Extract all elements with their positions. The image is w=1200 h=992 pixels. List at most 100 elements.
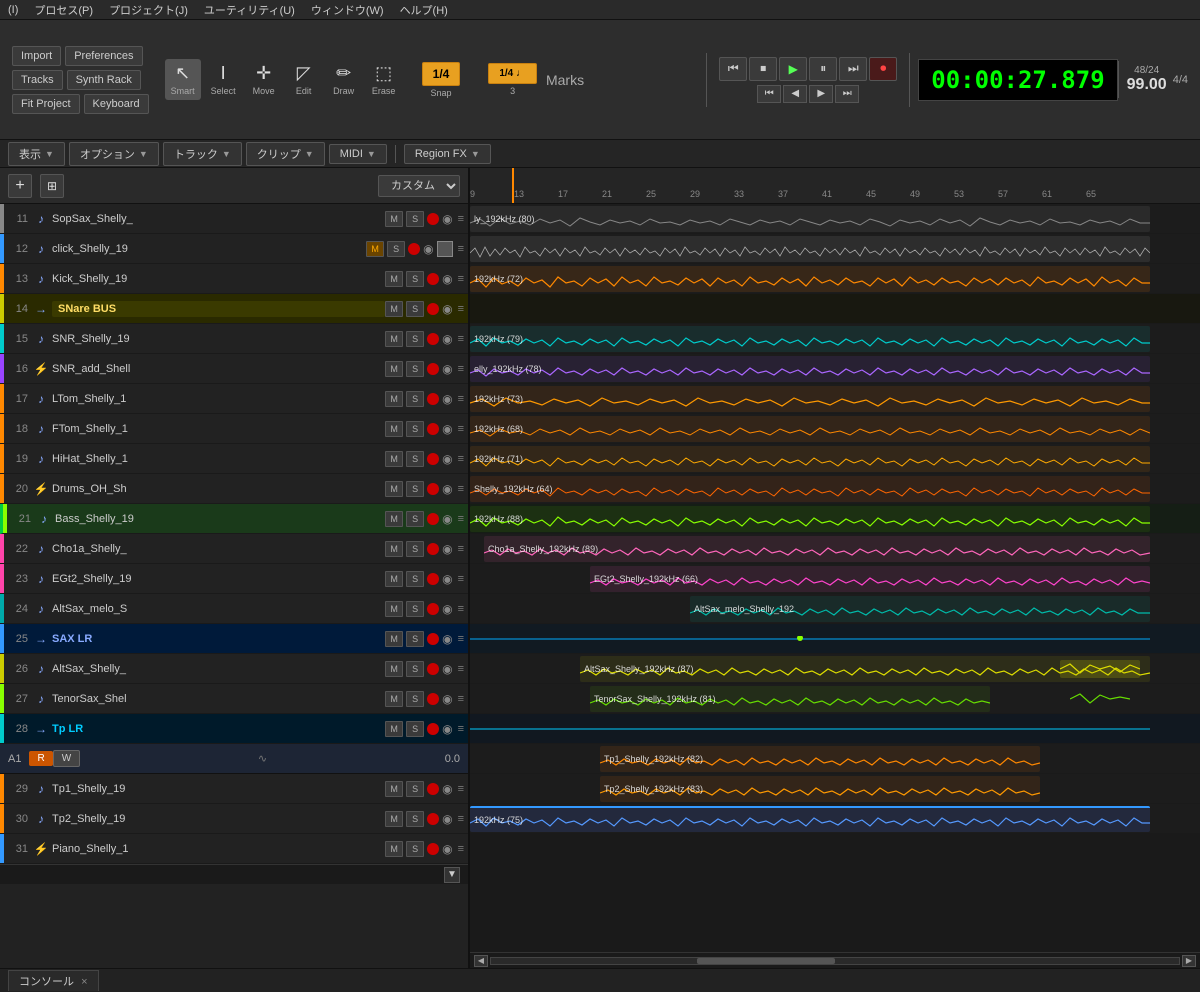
record-arm[interactable] xyxy=(427,333,439,345)
smart-tool[interactable]: ↖ Smart xyxy=(165,59,201,100)
solo-button[interactable]: S xyxy=(406,421,424,437)
menu-project[interactable]: プロジェクト(J) xyxy=(109,2,188,18)
waveform-track-19[interactable]: 192kHz (71) xyxy=(470,444,1200,474)
waveform-track-24[interactable]: AltSax_melo_Shelly_192 xyxy=(470,594,1200,624)
send-icon[interactable]: ◉ xyxy=(442,842,452,856)
waveform-track-31[interactable]: 192kHz (75) xyxy=(470,804,1200,834)
send-icon[interactable]: ◉ xyxy=(442,452,452,466)
mute-button[interactable]: M xyxy=(385,271,403,287)
record-arm[interactable] xyxy=(427,723,439,735)
track-fold-arrow[interactable]: ≡ xyxy=(458,453,464,465)
fit-project-button[interactable]: Fit Project xyxy=(12,94,80,114)
waveform-track-22[interactable]: Cho1a_Shelly_192kHz (89) xyxy=(470,534,1200,564)
bpm-value[interactable]: 99.00 xyxy=(1127,76,1167,94)
send-icon[interactable]: ◉ xyxy=(442,662,452,676)
track-row[interactable]: 17 ♪ LTom_Shelly_1 M S ◉ ≡ xyxy=(0,384,468,414)
solo-button[interactable]: S xyxy=(406,361,424,377)
waveform-clip[interactable]: EGt2_Shelly_192kHz (66) xyxy=(590,566,1150,592)
mute-button[interactable]: M xyxy=(385,361,403,377)
custom-select[interactable]: カスタム xyxy=(378,175,460,197)
horizontal-scrollbar[interactable] xyxy=(490,957,1180,965)
waveform-clip[interactable] xyxy=(470,236,1150,262)
solo-button[interactable]: S xyxy=(406,511,424,527)
mute-button[interactable]: M xyxy=(385,211,403,227)
track-row-bus[interactable]: 25 → SAX LR M S ◉ ≡ xyxy=(0,624,468,654)
waveform-track-25[interactable] xyxy=(470,624,1200,654)
solo-button[interactable]: S xyxy=(406,811,424,827)
record-arm[interactable] xyxy=(427,663,439,675)
track-fold-arrow[interactable]: ≡ xyxy=(458,843,464,855)
track-fold-arrow[interactable]: ≡ xyxy=(458,723,464,735)
options-button[interactable]: オプション ▼ xyxy=(69,142,159,166)
track-row[interactable]: 11 ♪ SopSax_Shelly_ M S ◉ ≡ xyxy=(0,204,468,234)
track-fold-arrow[interactable]: ≡ xyxy=(458,783,464,795)
track-row-bus2[interactable]: 28 → Tp LR M S ◉ ≡ xyxy=(0,714,468,744)
midi-button[interactable]: MIDI ▼ xyxy=(329,144,387,164)
erase-tool[interactable]: ⬚ Erase xyxy=(366,59,402,100)
write-button[interactable]: W xyxy=(53,750,80,767)
view-button[interactable]: 表示 ▼ xyxy=(8,142,65,166)
menu-help[interactable]: ヘルプ(H) xyxy=(400,2,448,18)
scroll-thumb[interactable] xyxy=(697,958,835,964)
track-row[interactable]: 16 ⚡ SNR_add_Shell M S ◉ ≡ xyxy=(0,354,468,384)
waveform-clip[interactable]: 192kHz (72) xyxy=(470,266,1150,292)
solo-button[interactable]: S xyxy=(406,481,424,497)
track-fold-arrow[interactable]: ≡ xyxy=(458,483,464,495)
draw-tool[interactable]: ✏ Draw xyxy=(326,59,362,100)
stop-button[interactable]: ⏹ xyxy=(749,57,777,81)
send-icon[interactable]: ◉ xyxy=(442,482,452,496)
solo-button[interactable]: S xyxy=(406,841,424,857)
waveform-clip[interactable]: 192kHz (88) xyxy=(470,506,1150,532)
record-arm[interactable] xyxy=(427,453,439,465)
solo-button[interactable]: S xyxy=(406,601,424,617)
mute-button[interactable]: M xyxy=(385,331,403,347)
record-arm[interactable] xyxy=(427,273,439,285)
waveform-clip[interactable]: Tp1_Shelly_192kHz (82) xyxy=(600,746,1040,772)
record-arm[interactable] xyxy=(427,303,439,315)
send-icon[interactable]: ◉ xyxy=(442,602,452,616)
record-arm[interactable] xyxy=(427,363,439,375)
track-button[interactable]: トラック ▼ xyxy=(163,142,242,166)
mute-button[interactable]: M xyxy=(385,721,403,737)
send-icon[interactable]: ◉ xyxy=(442,722,452,736)
track-fold-arrow[interactable]: ≡ xyxy=(458,603,464,615)
skip-end-button[interactable]: ⏭ xyxy=(835,85,859,103)
waveform-clip[interactable]: 192kHz (75) xyxy=(470,806,1150,832)
rewind-button[interactable]: ⏮ xyxy=(719,57,747,81)
track-row[interactable]: 30 ♪ Tp2_Shelly_19 M S ◉ ≡ xyxy=(0,804,468,834)
send-icon[interactable]: ◉ xyxy=(442,572,452,586)
waveform-clip[interactable]: AltSax_melo_Shelly_192 xyxy=(690,596,1150,622)
waveform-clip[interactable]: 192kHz (71) xyxy=(470,446,1150,472)
mute-button[interactable]: M xyxy=(385,841,403,857)
waveform-clip[interactable]: 192kHz (79) xyxy=(470,326,1150,352)
waveform-track-14[interactable] xyxy=(470,294,1200,324)
marks-button[interactable]: Marks xyxy=(553,68,577,92)
waveform-clip[interactable]: Shelly_192kHz (64) xyxy=(470,476,1150,502)
waveform-clip[interactable]: ly_192kHz (80) xyxy=(470,206,1150,232)
scroll-down-button[interactable]: ▼ xyxy=(444,867,460,883)
waveform-track-28[interactable] xyxy=(470,714,1200,744)
move-tool[interactable]: ✛ Move xyxy=(246,59,282,100)
menu-i[interactable]: (I) xyxy=(8,4,18,16)
send-icon[interactable]: ◉ xyxy=(442,782,452,796)
waveform-track-20[interactable]: Shelly_192kHz (64) xyxy=(470,474,1200,504)
send-icon[interactable]: ◉ xyxy=(423,242,433,256)
mute-button[interactable]: M xyxy=(366,241,384,257)
track-fold-arrow[interactable]: ≡ xyxy=(458,543,464,555)
snap-box[interactable]: 1/4 xyxy=(422,62,461,86)
track-row[interactable]: 31 ⚡ Piano_Shelly_1 M S ◉ ≡ xyxy=(0,834,468,864)
mute-button[interactable]: M xyxy=(385,601,403,617)
mute-button[interactable]: M xyxy=(385,391,403,407)
track-fold-arrow[interactable]: ≡ xyxy=(458,813,464,825)
edit-tool[interactable]: ◸ Edit xyxy=(286,59,322,100)
solo-button[interactable]: S xyxy=(406,631,424,647)
pause-button[interactable]: ⏸ xyxy=(809,57,837,81)
waveform-track-15[interactable]: 192kHz (79) xyxy=(470,324,1200,354)
solo-button[interactable]: S xyxy=(406,451,424,467)
track-fold-arrow[interactable]: ≡ xyxy=(458,693,464,705)
waveform-track-29[interactable]: Tp1_Shelly_192kHz (82) xyxy=(470,744,1200,774)
track-row[interactable]: 12 ♪ click_Shelly_19 M S ◉ ≡ xyxy=(0,234,468,264)
record-arm[interactable] xyxy=(427,573,439,585)
mute-button[interactable]: M xyxy=(385,631,403,647)
track-fold-arrow[interactable]: ≡ xyxy=(458,573,464,585)
